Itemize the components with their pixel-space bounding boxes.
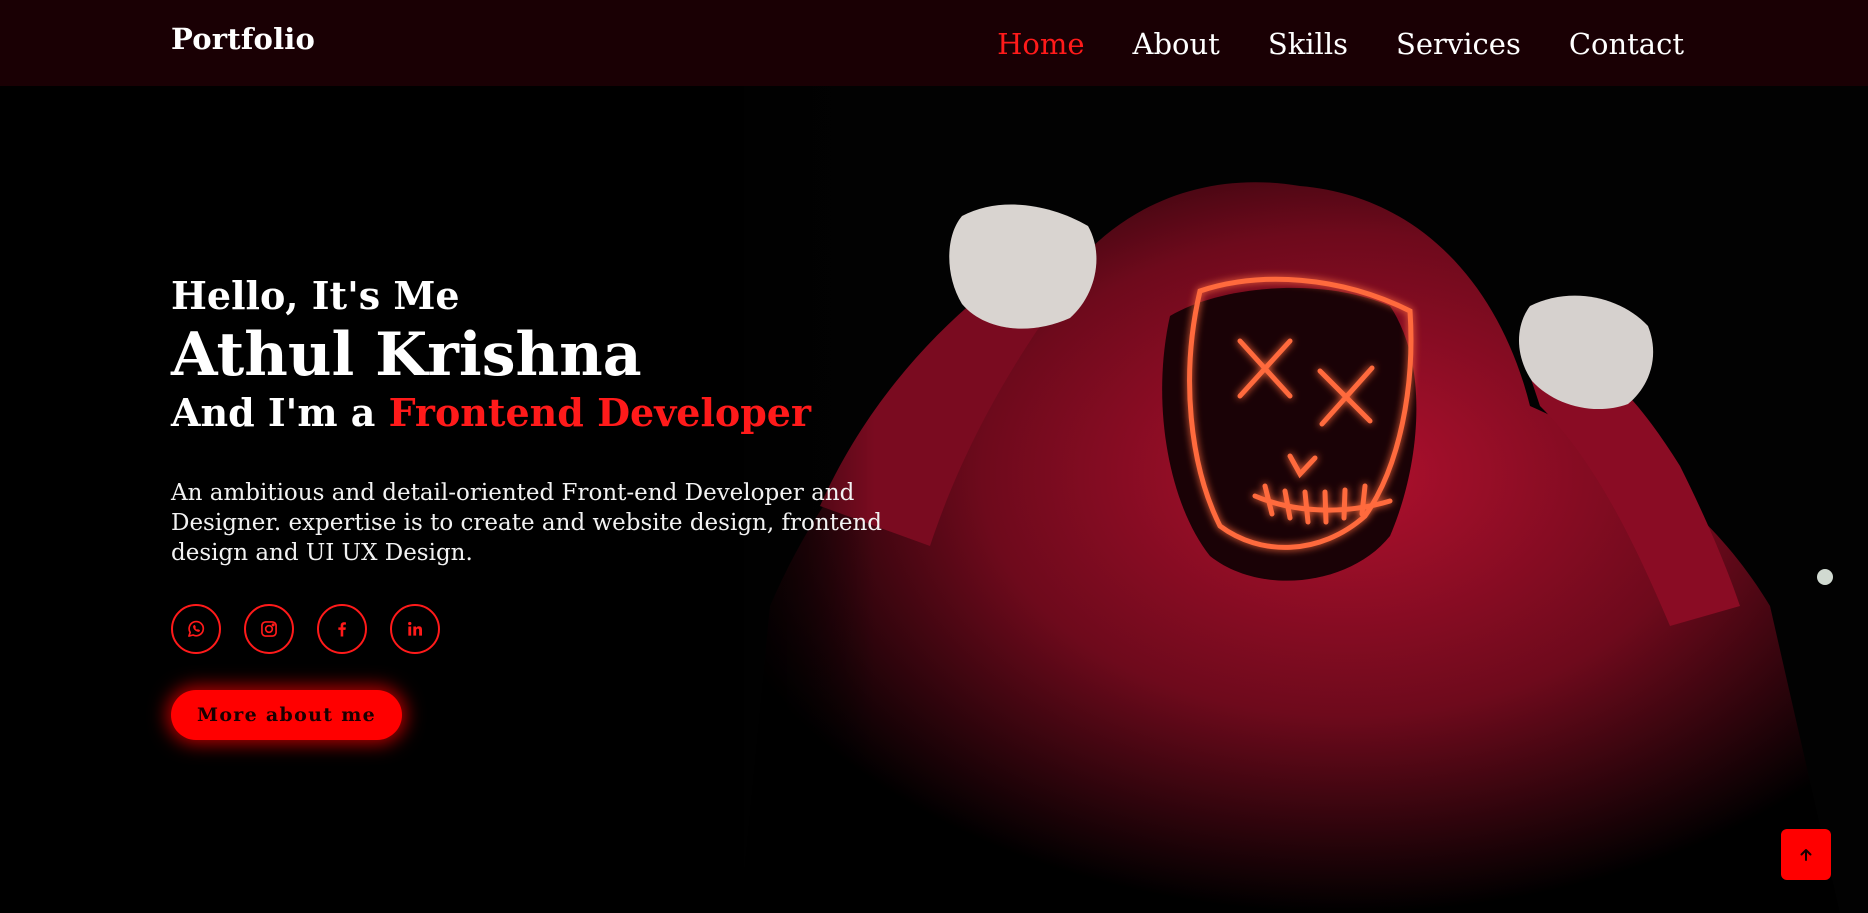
main-nav: Home About Skills Services Contact bbox=[997, 24, 1684, 64]
facebook-icon bbox=[338, 622, 346, 637]
more-about-me-button[interactable]: More about me bbox=[171, 690, 402, 740]
logo[interactable]: Portfolio bbox=[171, 22, 315, 56]
arrow-up-icon bbox=[1800, 848, 1812, 861]
hero-description: An ambitious and detail-oriented Front-e… bbox=[171, 480, 883, 566]
nav-skills[interactable]: Skills bbox=[1268, 24, 1348, 64]
back-to-top-button[interactable] bbox=[1781, 829, 1831, 880]
hero-role: And I'm a Frontend Developer bbox=[171, 388, 916, 438]
linkedin-icon bbox=[408, 621, 422, 636]
hero-role-prefix: And I'm a bbox=[171, 390, 389, 435]
nav-services[interactable]: Services bbox=[1396, 24, 1521, 64]
hero-name: Athul Krishna bbox=[171, 320, 642, 390]
whatsapp-icon bbox=[188, 620, 205, 637]
facebook-link[interactable] bbox=[317, 604, 367, 654]
nav-home[interactable]: Home bbox=[997, 24, 1084, 64]
hero-greeting: Hello, It's Me bbox=[171, 273, 460, 318]
nav-contact[interactable]: Contact bbox=[1569, 24, 1684, 64]
hero-role-highlight: Frontend Developer bbox=[388, 390, 812, 435]
linkedin-link[interactable] bbox=[390, 604, 440, 654]
page: Portfolio Home About Skills Services Con… bbox=[0, 0, 1868, 913]
whatsapp-link[interactable] bbox=[171, 604, 221, 654]
nav-about[interactable]: About bbox=[1133, 24, 1220, 64]
site-header: Portfolio Home About Skills Services Con… bbox=[0, 0, 1868, 86]
instagram-link[interactable] bbox=[244, 604, 294, 654]
instagram-icon bbox=[261, 621, 277, 637]
hero-section: Hello, It's Me Athul Krishna And I'm a F… bbox=[171, 270, 916, 740]
social-links bbox=[171, 604, 916, 654]
